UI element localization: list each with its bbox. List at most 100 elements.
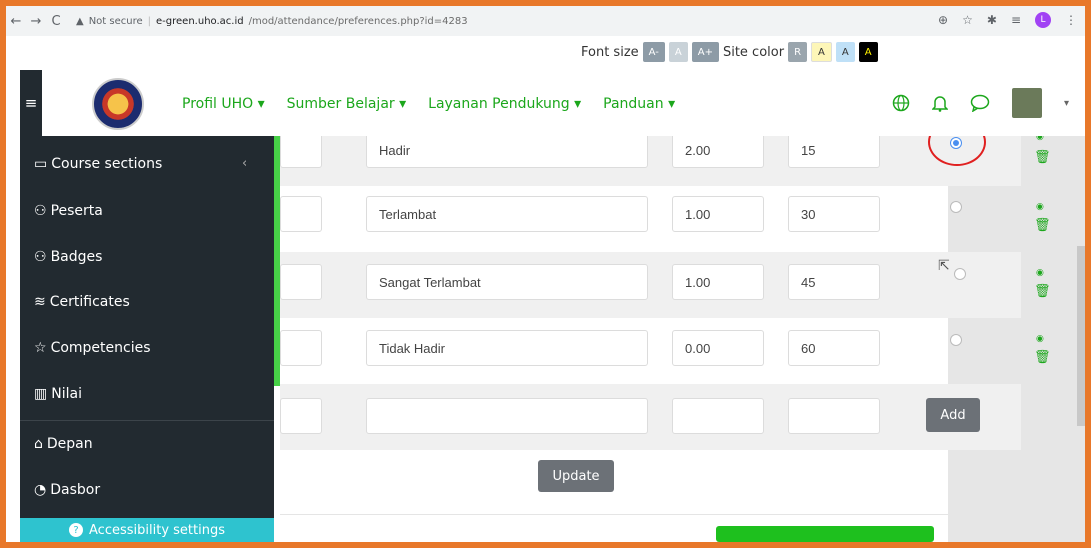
zoom-icon[interactable]: ⊕	[938, 13, 948, 27]
certificate-icon: ≋	[34, 294, 46, 310]
default-status-radio[interactable]	[954, 268, 966, 280]
acronym-field[interactable]	[280, 196, 322, 232]
notification-bell-icon[interactable]	[931, 94, 948, 112]
header-actions: ▾	[892, 88, 1069, 118]
nav-panduan[interactable]: Panduan ▾	[603, 96, 675, 112]
sidebar-item-label: Peserta	[50, 203, 103, 219]
new-acronym-field[interactable]	[280, 398, 322, 434]
user-avatar[interactable]	[1011, 88, 1042, 118]
book-icon: ▥	[34, 386, 48, 402]
chevron-down-icon[interactable]: ▾	[1064, 98, 1069, 109]
browser-actions: ⊕ ☆ ✱ ≡ L ⋮	[938, 12, 1077, 28]
sidebar-item-label: Dasbor	[50, 482, 101, 498]
acronym-field[interactable]	[280, 264, 322, 300]
dashboard-icon: ◔	[34, 482, 47, 498]
new-minutes-field[interactable]	[788, 398, 880, 434]
default-status-radio[interactable]	[950, 201, 962, 213]
sidebar-item-depan[interactable]: ⌂ Depan	[34, 436, 93, 452]
sidebar-item-dasbor[interactable]: ◔ Dasbor	[34, 482, 100, 498]
home-icon: ⌂	[34, 436, 43, 452]
restore-defaults-button[interactable]	[716, 526, 934, 542]
profile-avatar[interactable]: L	[1035, 12, 1051, 28]
forward-icon[interactable]: →	[26, 14, 46, 29]
acronym-field[interactable]	[280, 136, 322, 168]
playlist-icon[interactable]: ≡	[1011, 13, 1021, 27]
nav-sumber-belajar[interactable]: Sumber Belajar ▾	[287, 96, 407, 112]
acronym-field[interactable]	[280, 330, 322, 366]
sidebar-item-label: Certificates	[49, 294, 130, 310]
warning-icon: ▲	[76, 15, 84, 27]
eye-icon[interactable]: ◉	[1036, 268, 1044, 278]
minutes-field[interactable]: 15	[788, 136, 880, 168]
minutes-field[interactable]: 45	[788, 264, 880, 300]
reload-icon[interactable]: C	[46, 14, 66, 29]
security-label: Not secure	[88, 15, 143, 27]
nav-profil-uho[interactable]: Profil UHO ▾	[182, 96, 265, 112]
color-blue-button[interactable]: A	[835, 42, 855, 62]
course-sidebar: ▭ Course sections ‹ ⚇ Peserta ⚇ Badges ≋…	[20, 136, 280, 542]
url-separator: |	[147, 15, 152, 27]
sidebar-item-label: Badges	[50, 249, 103, 265]
font-size-label: Font size	[581, 44, 639, 60]
eye-icon[interactable]: ◉	[1036, 202, 1044, 212]
chevron-left-icon[interactable]: ‹	[242, 156, 247, 171]
site-color-label: Site color	[722, 44, 785, 60]
description-field[interactable]: Sangat Terlambat	[366, 264, 648, 300]
accessibility-label: Accessibility settings	[89, 522, 225, 538]
trash-icon[interactable]: 🗑	[1034, 284, 1051, 299]
accessibility-toolbar: Font size A- A A+ Site color R A A A	[581, 42, 878, 62]
minutes-field[interactable]: 60	[788, 330, 880, 366]
color-yellow-button[interactable]: A	[811, 42, 832, 62]
color-black-button[interactable]: A	[858, 42, 878, 62]
sidebar-item-competencies[interactable]: ☆ Competencies	[34, 340, 151, 356]
font-increase-button[interactable]: A+	[691, 42, 719, 62]
more-icon[interactable]: ⋮	[1065, 13, 1077, 27]
default-status-radio[interactable]	[950, 334, 962, 346]
new-grade-field[interactable]	[672, 398, 764, 434]
color-reset-button[interactable]: R	[788, 42, 808, 62]
eye-icon[interactable]: ◉	[1036, 136, 1044, 142]
trash-icon[interactable]: 🗑	[1034, 218, 1051, 233]
description-field[interactable]: Tidak Hadir	[366, 330, 648, 366]
update-button[interactable]: Update	[538, 460, 614, 492]
sidebar-item-course-sections[interactable]: ▭ Course sections	[34, 156, 162, 172]
description-field[interactable]: Terlambat	[366, 196, 648, 232]
sidebar-item-label: Course sections	[51, 156, 163, 172]
sidebar-item-label: Nilai	[51, 386, 82, 402]
eye-icon[interactable]: ◉	[1036, 334, 1044, 344]
extensions-icon[interactable]: ✱	[987, 13, 997, 27]
add-button[interactable]: Add	[926, 398, 980, 432]
messages-icon[interactable]	[970, 94, 990, 112]
sidebar-item-peserta[interactable]: ⚇ Peserta	[34, 203, 103, 219]
users-icon: ⚇	[34, 203, 47, 219]
accessibility-settings-button[interactable]: ? Accessibility settings	[20, 518, 274, 542]
grade-field[interactable]: 2.00	[672, 136, 764, 168]
back-icon[interactable]: ←	[6, 14, 26, 29]
description-field[interactable]: Hadir	[366, 136, 648, 168]
url-host: e-green.uho.ac.id	[156, 15, 244, 27]
sidebar-divider	[20, 420, 274, 421]
address-bar[interactable]: ▲ Not secure | e-green.uho.ac.id/mod/att…	[76, 16, 468, 27]
main-navigation: Profil UHO ▾ Sumber Belajar ▾ Layanan Pe…	[182, 96, 675, 112]
new-description-field[interactable]	[366, 398, 648, 434]
nav-layanan-pendukung[interactable]: Layanan Pendukung ▾	[428, 96, 581, 112]
section-divider	[280, 514, 948, 515]
bookmark-star-icon[interactable]: ☆	[962, 13, 973, 27]
font-decrease-button[interactable]: A-	[642, 42, 665, 62]
minutes-field[interactable]: 30	[788, 196, 880, 232]
hamburger-menu-icon[interactable]: ≡	[20, 70, 42, 136]
grade-field[interactable]: 1.00	[672, 196, 764, 232]
sidebar-item-badges[interactable]: ⚇ Badges	[34, 249, 102, 265]
help-circle-icon: ?	[69, 523, 84, 537]
trash-icon[interactable]: 🗑	[1034, 350, 1051, 365]
university-logo[interactable]	[92, 78, 144, 130]
trash-icon[interactable]: 🗑	[1034, 150, 1051, 165]
screen-frame: ← → C ▲ Not secure | e-green.uho.ac.id/m…	[6, 6, 1085, 542]
page-scrollbar[interactable]	[1077, 246, 1085, 426]
sidebar-item-nilai[interactable]: ▥ Nilai	[34, 386, 82, 402]
language-globe-icon[interactable]	[892, 94, 910, 112]
font-reset-button[interactable]: A	[668, 42, 688, 62]
grade-field[interactable]: 1.00	[672, 264, 764, 300]
grade-field[interactable]: 0.00	[672, 330, 764, 366]
sidebar-item-certificates[interactable]: ≋ Certificates	[34, 294, 130, 310]
